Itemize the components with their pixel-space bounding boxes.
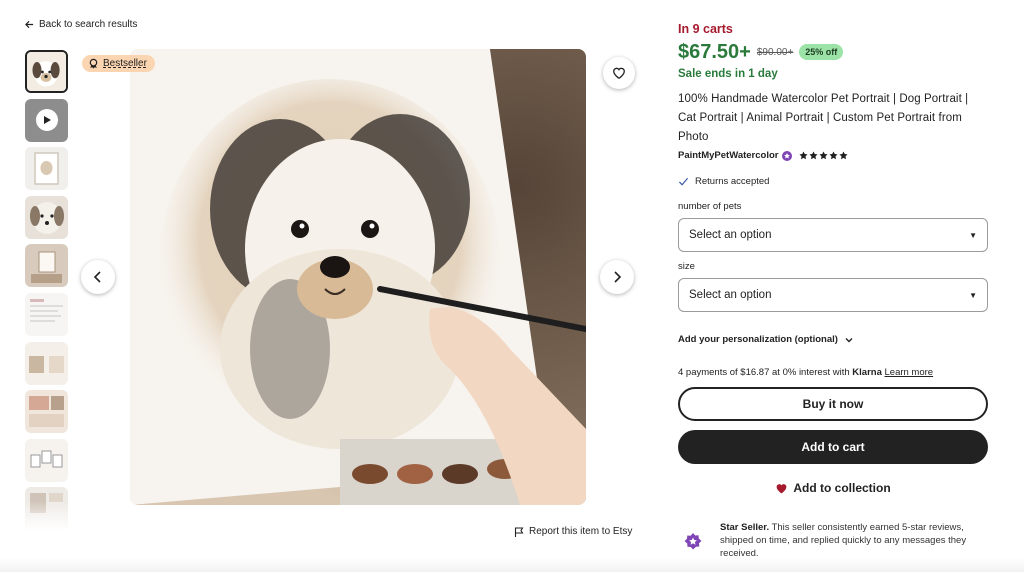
heart-filled-icon [776, 483, 787, 493]
star-icon [819, 151, 829, 160]
star-seller-info: Star Seller. This seller consistently ea… [684, 521, 994, 560]
thumbnail-4[interactable] [25, 195, 68, 239]
star-seller-badge-icon [684, 533, 702, 550]
discount-badge: 25% off [799, 44, 844, 60]
number-of-pets-select[interactable]: Select an option ▼ [678, 218, 988, 252]
size-select[interactable]: Select an option ▼ [678, 278, 988, 312]
personalization-label: Add your personalization (optional) [678, 334, 838, 345]
thumbnail-1[interactable] [25, 50, 68, 93]
bestseller-badge: Bestseller [82, 55, 155, 72]
returns-notice: Returns accepted [678, 176, 988, 187]
dog-thumbnail-image [27, 52, 66, 91]
learn-more-link[interactable]: Learn more [885, 367, 934, 378]
watercolor-dog-painting-image [130, 49, 586, 505]
report-item-link[interactable]: Report this item to Etsy [514, 526, 632, 537]
rating-stars[interactable] [799, 151, 849, 160]
bestseller-label: Bestseller [103, 58, 147, 69]
add-to-cart-button[interactable]: Add to cart [678, 430, 988, 464]
listing-title: 100% Handmade Watercolor Pet Portrait | … [678, 93, 969, 143]
favorite-button[interactable] [603, 57, 635, 89]
checkmark-icon [678, 177, 689, 186]
chevron-right-icon [614, 271, 622, 283]
sizes-image [29, 396, 64, 428]
add-to-collection-button[interactable]: Add to collection [678, 481, 988, 495]
sale-ends-notice: Sale ends in 1 day [678, 68, 778, 80]
star-seller-title: Star Seller. [720, 522, 770, 533]
personalization-toggle[interactable]: Add your personalization (optional) [678, 334, 988, 345]
info-sheet-image [30, 298, 63, 322]
dog-closeup-image [30, 201, 64, 234]
thumbnail-fade [25, 500, 68, 531]
next-image-button[interactable] [600, 260, 634, 294]
main-product-image [130, 49, 586, 505]
sale-price: $67.50+ [678, 40, 751, 63]
klarna-logo: Klarna [852, 367, 882, 378]
back-link-label: Back to search results [39, 19, 138, 30]
star-icon [799, 151, 809, 160]
thumbnail-7[interactable] [25, 341, 68, 385]
room-portrait-image [31, 251, 62, 284]
add-to-collection-label: Add to collection [793, 481, 891, 495]
shop-name-link[interactable]: PaintMyPetWatercolor [678, 150, 778, 161]
thumbnail-8[interactable] [25, 390, 68, 434]
caret-down-icon: ▼ [969, 290, 977, 300]
klarna-text: 4 payments of $16.87 at 0% interest with [678, 367, 850, 378]
award-ribbon-icon [89, 58, 98, 69]
arrow-left-icon [25, 20, 34, 29]
previous-image-button[interactable] [81, 260, 115, 294]
caret-down-icon: ▼ [969, 230, 977, 240]
thumbnail-5[interactable] [25, 244, 68, 288]
back-to-search-link[interactable]: Back to search results [25, 19, 137, 30]
thumbnail-3[interactable] [25, 147, 68, 191]
comparison-image [29, 355, 64, 373]
star-icon [809, 151, 819, 160]
bottom-fade [0, 558, 1024, 572]
in-carts-notice: In 9 carts [678, 22, 733, 36]
klarna-notice: 4 payments of $16.87 at 0% interest with… [678, 367, 988, 378]
buy-now-button[interactable]: Buy it now [678, 387, 988, 421]
size-select-value: Select an option [689, 289, 772, 301]
star-seller-icon [782, 150, 793, 161]
framed-portrait-image [34, 152, 59, 185]
shop-row: PaintMyPetWatercolor [678, 150, 988, 161]
flag-icon [514, 526, 524, 537]
thumbnail-video[interactable] [25, 98, 68, 142]
star-icon [839, 151, 849, 160]
heart-outline-icon [613, 67, 625, 80]
thumbnail-10[interactable] [25, 487, 68, 531]
size-field-label: size [678, 261, 695, 272]
star-seller-text-block: Star Seller. This seller consistently ea… [720, 521, 994, 560]
frames-image [30, 450, 63, 468]
pets-select-value: Select an option [689, 229, 772, 241]
thumbnail-9[interactable] [25, 438, 68, 482]
thumbnail-6[interactable] [25, 292, 68, 336]
price-row: $67.50+ $90.00+ 25% off [678, 40, 988, 64]
chevron-left-icon [93, 271, 101, 283]
report-item-label: Report this item to Etsy [529, 526, 633, 537]
pets-field-label: number of pets [678, 201, 742, 212]
star-icon [829, 151, 839, 160]
original-price: $90.00+ [756, 46, 794, 58]
listing-details: In 9 carts $67.50+ $90.00+ 25% off Sale … [678, 20, 988, 495]
thumbnail-list [25, 50, 69, 536]
play-icon [35, 109, 58, 132]
returns-label: Returns accepted [695, 176, 770, 187]
chevron-down-icon [845, 337, 853, 342]
